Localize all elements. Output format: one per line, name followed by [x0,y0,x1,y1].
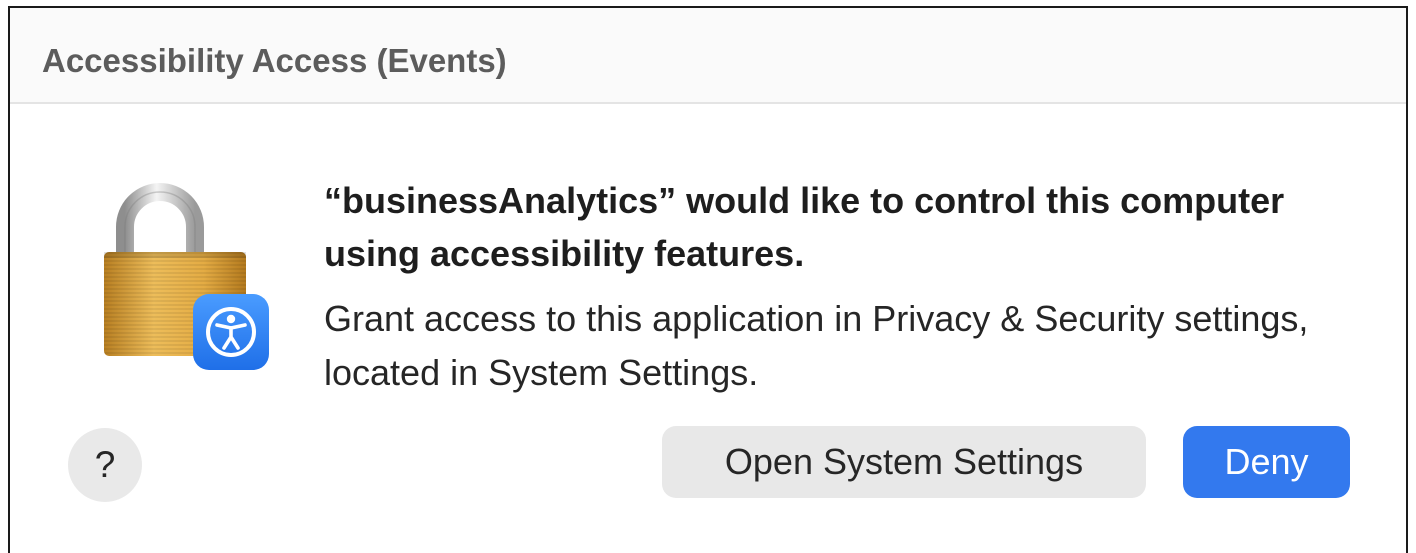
deny-button[interactable]: Deny [1183,426,1350,498]
lock-icon [85,172,285,372]
dialog-message: Grant access to this application in Priv… [324,298,1309,393]
help-button-label: ? [94,444,116,485]
dialog-title: Accessibility Access (Events) [42,42,507,79]
deny-button-label: Deny [1224,441,1309,482]
dialog-title-bar: Accessibility Access (Events) [10,8,1406,104]
lock-illustration [104,183,269,370]
help-button[interactable]: ? [68,428,142,502]
open-system-settings-button[interactable]: Open System Settings [662,426,1146,498]
dialog-headline: “businessAnalytics” would like to contro… [324,180,1285,274]
open-system-settings-label: Open System Settings [724,441,1084,482]
accessibility-badge [193,294,269,370]
permission-dialog: Accessibility Access (Events) “businessA… [8,6,1408,553]
